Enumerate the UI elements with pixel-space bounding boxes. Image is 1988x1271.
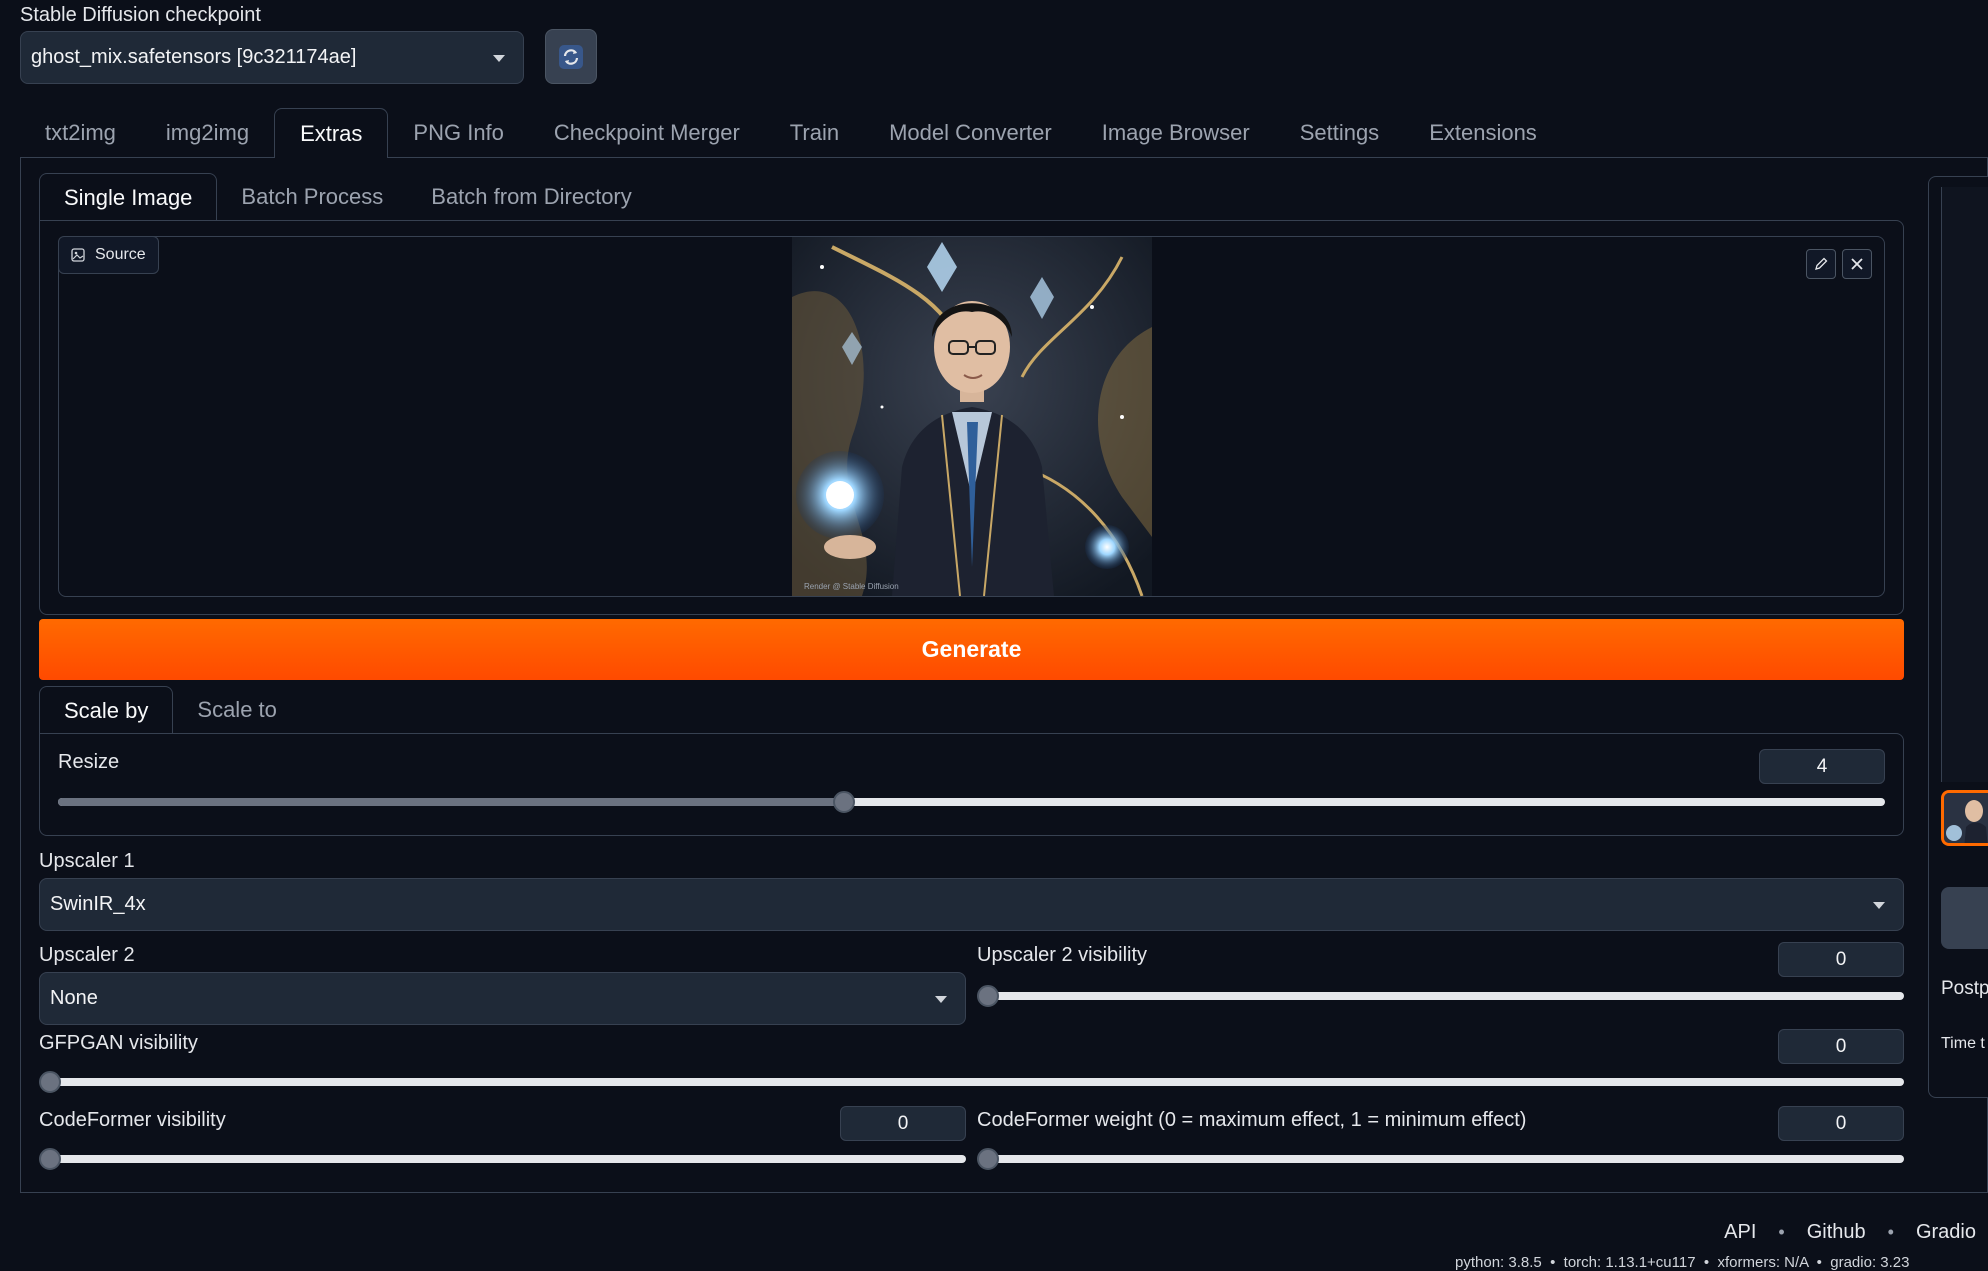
codeformer-visibility-slider-thumb[interactable]	[39, 1148, 61, 1170]
gfpgan-visibility-slider-track[interactable]	[50, 1078, 1904, 1086]
scale-tabbar: Scale by Scale to	[39, 686, 301, 734]
postprocess-text: Postp	[1941, 978, 1988, 999]
upscaler1-label: Upscaler 1	[39, 850, 135, 872]
output-thumbnail[interactable]	[1941, 790, 1988, 846]
main-tabbar: txt2img img2img Extras PNG Info Checkpoi…	[20, 108, 1562, 158]
footer-links: API • Github • Gradio	[1724, 1221, 1976, 1244]
resize-slider-thumb[interactable]	[832, 791, 855, 813]
footer-versions: python: 3.8.5 • torch: 1.13.1+cu117 • xf…	[1455, 1254, 1910, 1271]
footer-link-github[interactable]: Github	[1807, 1221, 1866, 1244]
upscaler2-visibility-slider-thumb[interactable]	[977, 985, 999, 1007]
footer-link-gradio[interactable]: Gradio	[1916, 1221, 1976, 1244]
footer-separator: •	[1778, 1222, 1785, 1242]
codeformer-weight-label: CodeFormer weight (0 = maximum effect, 1…	[977, 1109, 1527, 1131]
tab-batch-process[interactable]: Batch Process	[217, 173, 407, 221]
source-image: Render @ Stable Diffusion	[792, 237, 1152, 596]
tab-train[interactable]: Train	[765, 108, 864, 158]
chevron-down-icon	[1873, 901, 1885, 909]
edit-image-button[interactable]	[1806, 249, 1836, 279]
tab-single-image[interactable]: Single Image	[39, 173, 218, 221]
scale-by-panel	[39, 733, 1904, 836]
tab-extras[interactable]: Extras	[274, 108, 389, 158]
upscaler1-dropdown[interactable]: SwinIR_4x	[39, 878, 1904, 931]
upscaler2-visibility-label: Upscaler 2 visibility	[977, 944, 1148, 966]
footer-link-api[interactable]: API	[1724, 1221, 1756, 1244]
time-taken-text: Time t	[1941, 1035, 1985, 1052]
upscaler2-value: None	[50, 987, 98, 1009]
close-icon	[1851, 258, 1863, 270]
refresh-checkpoint-button[interactable]	[545, 29, 597, 84]
resize-number-input[interactable]: 4	[1759, 749, 1885, 784]
gfpgan-visibility-number-input[interactable]: 0	[1778, 1029, 1904, 1064]
tab-batch-from-directory[interactable]: Batch from Directory	[407, 173, 656, 221]
footer-separator: •	[1887, 1222, 1894, 1242]
gfpgan-visibility-label: GFPGAN visibility	[39, 1032, 198, 1054]
output-action-button[interactable]	[1941, 887, 1988, 949]
pencil-icon	[1815, 257, 1828, 270]
resize-label: Resize	[58, 751, 120, 773]
tab-image-browser[interactable]: Image Browser	[1077, 108, 1275, 158]
checkpoint-dropdown[interactable]: ghost_mix.safetensors [9c321174ae]	[20, 31, 524, 84]
tab-extensions[interactable]: Extensions	[1404, 108, 1562, 158]
image-watermark: Render @ Stable Diffusion	[804, 582, 899, 591]
clear-image-button[interactable]	[1842, 249, 1872, 279]
upscaler2-dropdown[interactable]: None	[39, 972, 966, 1025]
checkpoint-label: Stable Diffusion checkpoint	[20, 4, 261, 26]
tab-txt2img[interactable]: txt2img	[20, 108, 141, 158]
tab-scale-by[interactable]: Scale by	[39, 686, 174, 734]
source-label-tag: Source	[58, 236, 159, 274]
codeformer-visibility-label: CodeFormer visibility	[39, 1109, 226, 1131]
refresh-icon	[559, 44, 583, 69]
image-icon	[71, 248, 85, 262]
tab-settings[interactable]: Settings	[1275, 108, 1405, 158]
output-image-area	[1941, 187, 1988, 782]
codeformer-weight-slider-thumb[interactable]	[977, 1148, 999, 1170]
gfpgan-visibility-slider-thumb[interactable]	[39, 1071, 61, 1093]
upscaler2-visibility-slider-track[interactable]	[988, 992, 1904, 1000]
tab-scale-to[interactable]: Scale to	[173, 686, 301, 734]
tab-model-converter[interactable]: Model Converter	[864, 108, 1077, 158]
upscaler2-label: Upscaler 2	[39, 944, 135, 966]
tab-png-info[interactable]: PNG Info	[388, 108, 528, 158]
tab-img2img[interactable]: img2img	[141, 108, 274, 158]
tab-checkpoint-merger[interactable]: Checkpoint Merger	[529, 108, 765, 158]
resize-slider-track[interactable]	[58, 798, 1885, 806]
codeformer-weight-slider-track[interactable]	[988, 1155, 1904, 1163]
source-label: Source	[95, 246, 146, 263]
upscaler2-visibility-number-input[interactable]: 0	[1778, 942, 1904, 977]
input-mode-tabbar: Single Image Batch Process Batch from Di…	[39, 173, 656, 221]
chevron-down-icon	[935, 995, 947, 1003]
resize-slider-fill	[58, 798, 844, 806]
upscaler1-value: SwinIR_4x	[50, 893, 146, 915]
codeformer-visibility-number-input[interactable]: 0	[840, 1106, 966, 1141]
codeformer-weight-number-input[interactable]: 0	[1778, 1106, 1904, 1141]
generate-button[interactable]: Generate	[39, 619, 1904, 680]
chevron-down-icon	[493, 54, 505, 62]
checkpoint-value: ghost_mix.safetensors [9c321174ae]	[31, 46, 357, 68]
codeformer-visibility-slider-track[interactable]	[50, 1155, 966, 1163]
